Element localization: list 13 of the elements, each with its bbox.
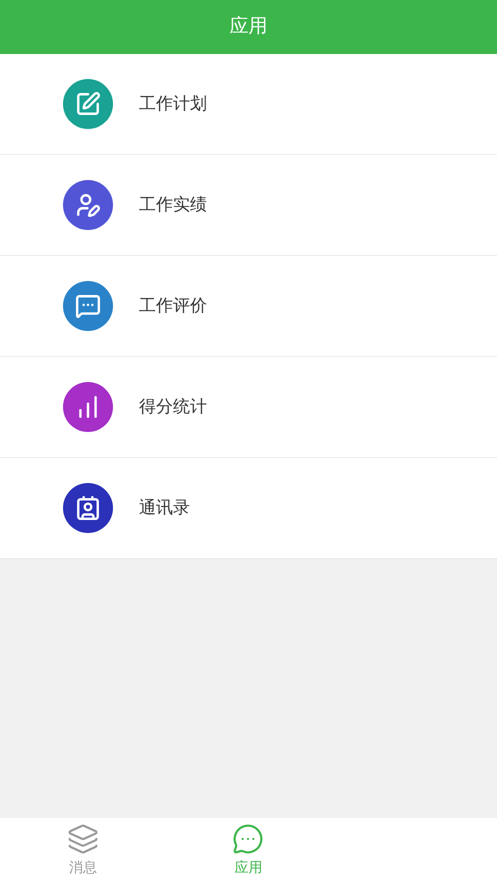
- layers-icon: [66, 823, 99, 855]
- app-label: 工作实绩: [139, 194, 207, 216]
- chat-bubble-icon: [232, 823, 264, 855]
- app-list-item[interactable]: 工作评价: [0, 256, 497, 357]
- app-list-item[interactable]: 工作实绩: [0, 155, 497, 256]
- app-label: 工作计划: [139, 93, 207, 116]
- app-list-item[interactable]: 通讯录: [0, 458, 497, 559]
- app-list-item[interactable]: 得分统计: [0, 357, 497, 458]
- app-list-item[interactable]: 工作计划: [0, 54, 497, 155]
- app-label: 通讯录: [139, 497, 190, 520]
- page-title: 应用: [230, 14, 268, 39]
- app-label: 得分统计: [139, 396, 207, 418]
- app-label: 工作评价: [139, 295, 207, 318]
